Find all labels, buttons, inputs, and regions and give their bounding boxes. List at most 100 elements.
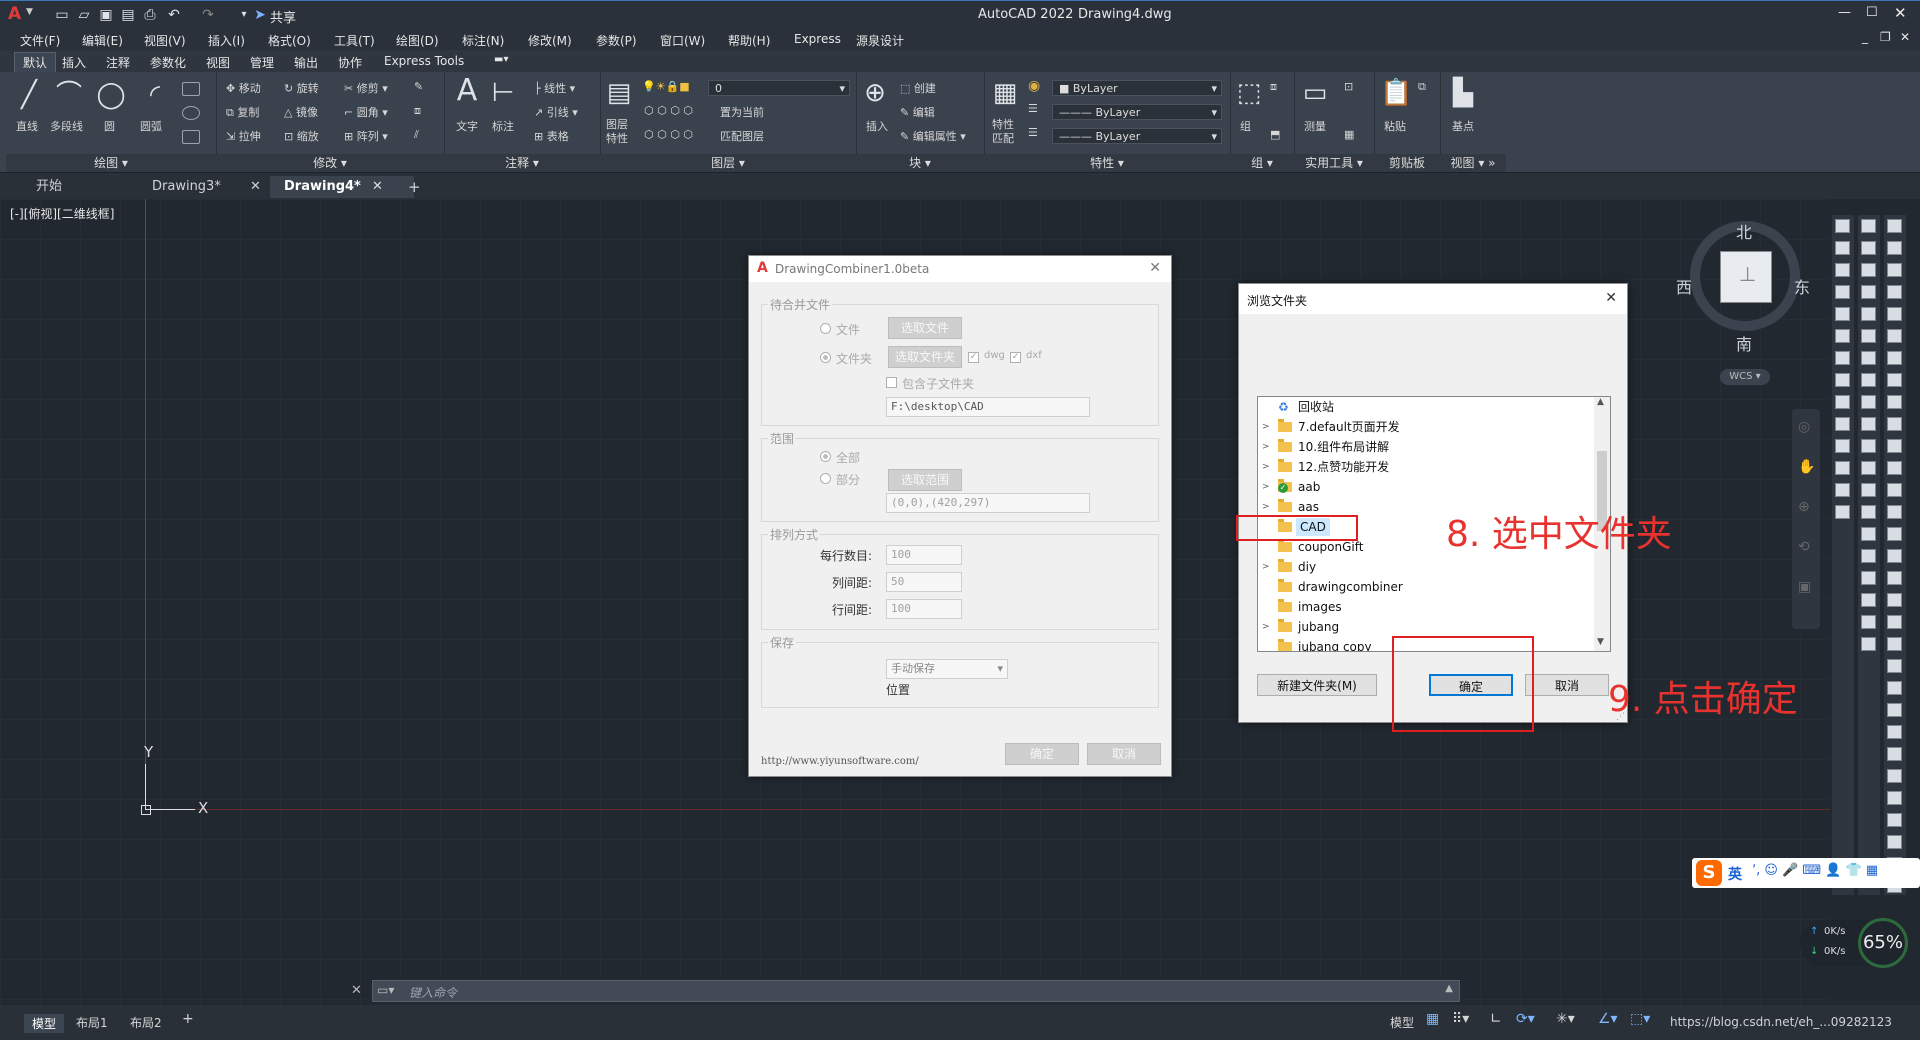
pan-icon[interactable]: ✋ (1798, 459, 1815, 475)
viewcube-east[interactable]: 东 (1794, 274, 1810, 298)
panel-block-title[interactable]: 块 ▾ (856, 154, 984, 172)
menu-tools[interactable]: 工具(T) (334, 32, 375, 49)
toolbar-icon[interactable] (1861, 373, 1876, 387)
tree-item[interactable]: drawingcombiner (1258, 577, 1594, 597)
menu-express[interactable]: Express (794, 32, 841, 46)
match-layer-tool[interactable]: 匹配图层 (720, 128, 764, 144)
edit-attr-tool[interactable]: ✎ 编辑属性 ▾ (900, 128, 966, 144)
panel-properties-title[interactable]: 特性 ▾ (984, 154, 1230, 172)
toolbar-icon[interactable] (1887, 593, 1902, 607)
new-folder-button[interactable]: 新建文件夹(M) (1257, 674, 1377, 696)
match-properties-label[interactable]: 特性匹配 (992, 118, 1018, 146)
scroll-down-icon[interactable]: ▼ (1597, 637, 1604, 647)
toolbar-icon[interactable] (1887, 351, 1902, 365)
toolbar-icon[interactable] (1835, 395, 1850, 409)
toolbar-icon[interactable] (1861, 549, 1876, 563)
tree-item[interactable]: > diy (1258, 557, 1594, 577)
toolbar-icon[interactable] (1887, 791, 1902, 805)
viewcube-south[interactable]: 南 (1736, 331, 1752, 355)
grid-icon[interactable]: ▦ (1426, 1011, 1439, 1027)
tree-item[interactable]: > jubang (1258, 617, 1594, 637)
color-wheel-icon[interactable]: ◉ (1028, 78, 1040, 94)
tab-start[interactable]: 开始 (20, 176, 106, 198)
tree-item[interactable]: > 7.default页面开发 (1258, 417, 1594, 437)
line-label[interactable]: 直线 (16, 118, 38, 134)
arc-icon[interactable]: ◜ (140, 80, 170, 110)
orbit-icon[interactable]: ⟲ (1798, 539, 1810, 555)
linetype-dropdown[interactable]: ——— ByLayer ▾ (1052, 104, 1222, 120)
menu-dimension[interactable]: 标注(N) (462, 32, 504, 49)
toolbar-icon[interactable] (1861, 483, 1876, 497)
paste-icon[interactable]: 📋 (1380, 78, 1412, 108)
viewcube-west[interactable]: 西 (1676, 274, 1692, 298)
tab-express-tools[interactable]: Express Tools (384, 54, 464, 68)
panel-view-title[interactable]: 视图 ▾ » (1440, 154, 1506, 172)
range-field[interactable]: (0,0),(420,297) (886, 493, 1090, 513)
radio-folder[interactable] (820, 352, 831, 363)
toolbar-icon[interactable] (1835, 329, 1850, 343)
wcs-menu[interactable]: WCS ▾ (1720, 369, 1770, 385)
save-mode-select[interactable]: 手动保存 ▾ (886, 659, 1008, 679)
toolbar-icon[interactable] (1861, 527, 1876, 541)
circle-label[interactable]: 圆 (104, 118, 115, 134)
otrack-icon[interactable]: ∠▾ (1598, 1011, 1618, 1027)
customize-arrow-icon[interactable]: ▾ (236, 7, 252, 23)
panel-groups-title[interactable]: 组 ▾ (1230, 154, 1294, 172)
viewcube-face[interactable]: ⊥ (1720, 251, 1772, 303)
polyline-icon[interactable]: ⌒ (54, 80, 84, 110)
menu-view[interactable]: 视图(V) (144, 32, 186, 49)
toolbar-icon[interactable] (1835, 439, 1850, 453)
group-label[interactable]: 组 (1240, 118, 1251, 134)
select-range-button[interactable]: 选取范围 (888, 469, 962, 491)
undo-icon[interactable]: ↶ (166, 7, 182, 23)
layer-properties-icon[interactable]: ▤ (604, 78, 634, 108)
command-input[interactable]: 键入命令 (409, 984, 457, 1001)
match-properties-icon[interactable]: ▦ (990, 78, 1020, 108)
toolbar-icon[interactable] (1887, 681, 1902, 695)
minimize-icon[interactable]: — (1838, 5, 1851, 20)
command-close-icon[interactable]: ✕ (351, 983, 362, 998)
command-history-icon[interactable]: ▭▾ (377, 983, 394, 997)
linear-tool[interactable]: ├ 线性 ▾ (534, 80, 575, 96)
layer-dropdown[interactable]: 0 ▾ (708, 80, 850, 96)
toolbar-icon[interactable] (1861, 285, 1876, 299)
toolbar-icon[interactable] (1887, 417, 1902, 431)
create-block-tool[interactable]: ⬚ 创建 (900, 80, 936, 96)
toolbar-icon[interactable] (1887, 747, 1902, 761)
save-as-icon[interactable]: ▤ (120, 7, 136, 23)
layout-tab-2[interactable]: 布局2 (130, 1014, 162, 1031)
toolbar-icon[interactable] (1861, 351, 1876, 365)
folder-path-field[interactable]: F:\desktop\CAD (886, 397, 1090, 417)
combiner-ok-button[interactable]: 确定 (1005, 743, 1079, 765)
text-icon[interactable]: A (452, 76, 482, 106)
toolbar-icon[interactable] (1887, 549, 1902, 563)
toolbar-icon[interactable] (1887, 527, 1902, 541)
toolbar-icon[interactable] (1835, 483, 1850, 497)
new-file-icon[interactable]: ▭ (54, 7, 70, 23)
explode-icon[interactable]: ⧈ (414, 104, 421, 118)
erase-icon[interactable]: ✎ (414, 80, 423, 93)
toolbar-icon[interactable] (1861, 307, 1876, 321)
autocad-logo-icon[interactable]: A (8, 4, 21, 24)
menu-insert[interactable]: 插入(I) (208, 32, 245, 49)
tree-item[interactable]: > 10.组件布局讲解 (1258, 437, 1594, 457)
include-subfolder-checkbox[interactable] (886, 377, 897, 388)
text-label[interactable]: 文字 (456, 118, 478, 134)
toolbar-icon[interactable] (1835, 307, 1850, 321)
radio-part[interactable] (820, 473, 831, 484)
toolbar-icon[interactable] (1861, 615, 1876, 629)
tab-annotate[interactable]: 注释 (106, 54, 130, 71)
rotate-tool[interactable]: ↻ 旋转 (284, 80, 319, 96)
toolbar-icon[interactable] (1887, 461, 1902, 475)
circle-icon[interactable]: ◯ (96, 80, 126, 110)
toolbar-icon[interactable] (1835, 351, 1850, 365)
layer-tools-row2[interactable]: ⬡ ⬡ ⬡ ⬡ (644, 128, 693, 141)
per-row-field[interactable]: 100 (886, 545, 962, 565)
utility-icon-1[interactable]: ⊡ (1344, 80, 1353, 93)
offset-icon[interactable]: ⫽ (414, 128, 419, 142)
line-icon[interactable]: ╱ (14, 80, 44, 110)
browse-close-icon[interactable]: ✕ (1605, 290, 1617, 306)
share-label[interactable]: 共享 (270, 7, 296, 26)
tab-view[interactable]: 视图 (206, 54, 230, 71)
ime-tool-icons[interactable]: ʼ, ☺ 🎤 ⌨ 👤 👕 ▦ (1752, 863, 1878, 878)
